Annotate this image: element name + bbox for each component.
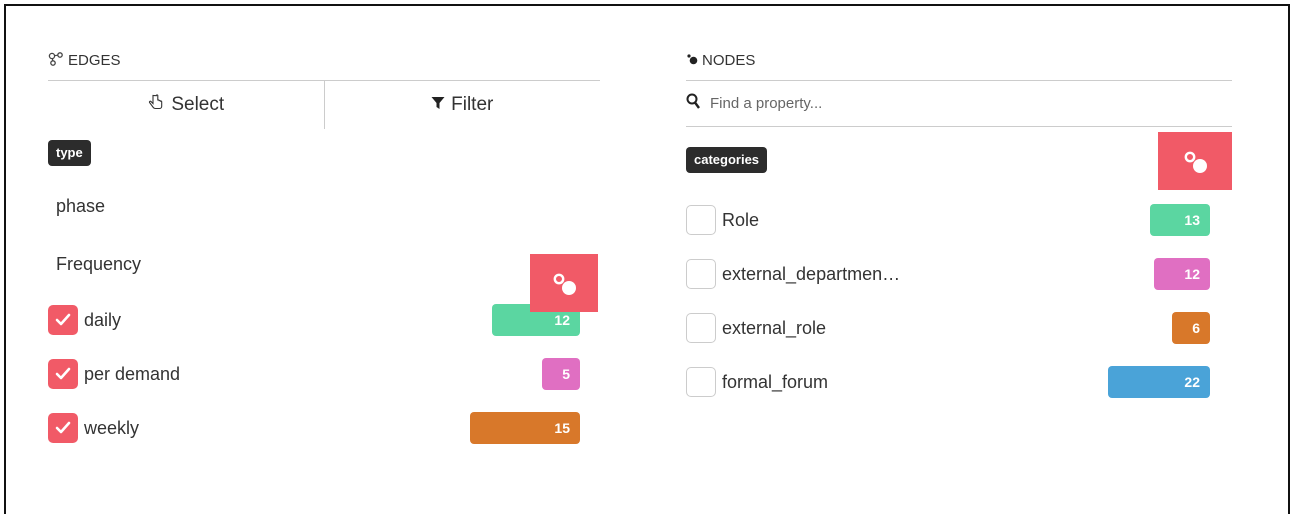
attribute-frequency-label: Frequency bbox=[48, 254, 141, 275]
nodes-color-button[interactable] bbox=[1158, 132, 1232, 190]
node-item-checkbox[interactable] bbox=[686, 205, 716, 235]
edge-item-count-bar: 15 bbox=[470, 412, 580, 444]
node-item-3[interactable]: formal_forum 22 bbox=[686, 355, 1232, 409]
attribute-frequency[interactable]: Frequency bbox=[48, 235, 600, 293]
edges-color-button[interactable] bbox=[530, 254, 598, 312]
type-tag-row: type bbox=[48, 129, 600, 177]
nodes-icon bbox=[686, 52, 698, 68]
node-item-1[interactable]: external_departmen… 12 bbox=[686, 247, 1232, 301]
edge-item-1[interactable]: per demand 5 bbox=[48, 347, 600, 401]
nodes-panel: NODES categories Role 13 external_departme… bbox=[686, 40, 1232, 409]
edge-item-label: weekly bbox=[84, 418, 139, 439]
nodes-header: NODES bbox=[686, 40, 1232, 80]
node-item-0[interactable]: Role 13 bbox=[686, 193, 1232, 247]
palette-icon bbox=[549, 270, 579, 296]
edges-icon bbox=[48, 52, 64, 69]
nodes-value-list: Role 13 external_departmen… 12 external_role… bbox=[686, 193, 1232, 409]
property-search-input[interactable] bbox=[708, 94, 1012, 113]
filter-icon bbox=[431, 94, 445, 116]
type-tag[interactable]: type bbox=[48, 140, 91, 166]
node-item-2[interactable]: external_role 6 bbox=[686, 301, 1232, 355]
node-item-count-bar: 22 bbox=[1108, 366, 1210, 398]
edges-value-list: daily12 per demand 5 weekly 15 bbox=[48, 293, 600, 455]
pointer-hand-icon bbox=[147, 93, 165, 117]
filter-button[interactable]: Filter bbox=[324, 81, 601, 129]
node-item-checkbox[interactable] bbox=[686, 313, 716, 343]
select-button-label: Select bbox=[171, 94, 224, 116]
categories-tag[interactable]: categories bbox=[686, 147, 767, 173]
node-item-count-bar: 13 bbox=[1150, 204, 1210, 236]
property-search bbox=[686, 80, 1232, 127]
categories-tag-row: categories bbox=[686, 127, 1232, 193]
nodes-title: NODES bbox=[702, 52, 755, 69]
edges-title: EDGES bbox=[68, 52, 121, 69]
palette-icon bbox=[1180, 148, 1210, 174]
edges-toolbar: Select Filter bbox=[48, 80, 600, 129]
node-item-label: Role bbox=[722, 210, 759, 231]
edge-item-2[interactable]: weekly 15 bbox=[48, 401, 600, 455]
edge-item-checkbox[interactable] bbox=[48, 305, 78, 335]
node-item-label: external_departmen… bbox=[722, 264, 900, 285]
select-button[interactable]: Select bbox=[48, 81, 324, 129]
attribute-phase[interactable]: phase bbox=[48, 177, 600, 235]
search-icon bbox=[686, 93, 700, 114]
edges-header: EDGES bbox=[48, 40, 600, 80]
edge-item-checkbox[interactable] bbox=[48, 359, 78, 389]
edge-item-checkbox[interactable] bbox=[48, 413, 78, 443]
edge-item-count-bar: 5 bbox=[542, 358, 580, 390]
edge-item-0[interactable]: daily12 bbox=[48, 293, 600, 347]
node-item-label: formal_forum bbox=[722, 372, 828, 393]
edge-item-label: daily bbox=[84, 310, 121, 331]
node-item-count-bar: 6 bbox=[1172, 312, 1210, 344]
node-item-checkbox[interactable] bbox=[686, 367, 716, 397]
edges-panel: EDGES Select Filter type phase Frequency bbox=[48, 40, 600, 455]
edge-item-label: per demand bbox=[84, 364, 180, 385]
node-item-label: external_role bbox=[722, 318, 826, 339]
filter-button-label: Filter bbox=[451, 94, 493, 116]
attribute-phase-label: phase bbox=[48, 196, 105, 217]
node-item-checkbox[interactable] bbox=[686, 259, 716, 289]
node-item-count-bar: 12 bbox=[1154, 258, 1210, 290]
